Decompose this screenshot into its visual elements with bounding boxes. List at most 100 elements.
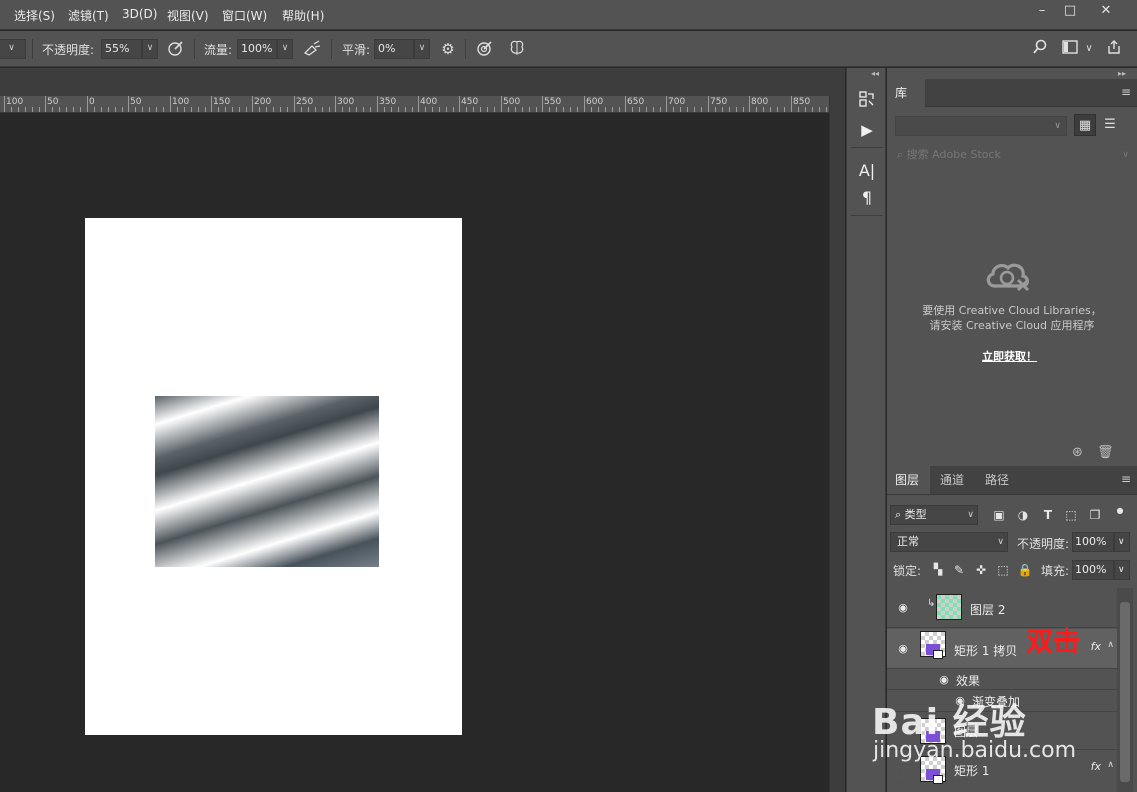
pressure-size-icon[interactable] <box>474 39 496 59</box>
ruler-minor-tick <box>135 107 136 112</box>
lock-artboard-icon[interactable]: ⬚ <box>994 561 1012 579</box>
airbrush-icon[interactable] <box>301 39 323 59</box>
gradient-rectangle[interactable] <box>155 396 379 567</box>
filter-pixel-icon[interactable]: ▣ <box>990 506 1008 524</box>
play-icon[interactable]: ▶ <box>853 119 881 141</box>
layer-name[interactable]: 图层 2 <box>970 601 1005 618</box>
ruler-minor-tick <box>184 107 185 112</box>
stock-search-input[interactable]: ⌕ 搜索 Adobe Stock ∨ <box>895 146 1133 164</box>
effects-row[interactable]: ◉ 效果 <box>887 670 1117 690</box>
lock-brush-icon[interactable]: ✎ <box>950 561 968 579</box>
tab-layers[interactable]: 图层 <box>887 466 930 494</box>
share-icon[interactable] <box>1103 39 1125 59</box>
menu-window[interactable]: 窗口(W) <box>222 7 267 24</box>
collapse-left-icon[interactable]: ◂◂ <box>871 69 879 78</box>
paragraph-icon[interactable]: ¶ <box>853 187 881 209</box>
menu-select[interactable]: 选择(S) <box>14 7 55 24</box>
symmetry-icon[interactable] <box>506 39 528 59</box>
fill-field[interactable]: 100% <box>1072 560 1114 580</box>
canvas-scrollbar[interactable] <box>829 96 845 792</box>
workspace-icon[interactable] <box>1059 39 1081 59</box>
library-dropdown[interactable]: ∨ <box>895 116 1067 136</box>
layer-opacity-dropdown[interactable]: ∨ <box>1114 532 1130 552</box>
tool-preset-dropdown[interactable]: ∨ <box>0 39 26 59</box>
ruler-minor-tick <box>349 107 350 112</box>
close-icon[interactable]: ✕ <box>1088 0 1124 22</box>
menu-view[interactable]: 视图(V) <box>167 7 209 24</box>
lock-all-icon[interactable]: 🔒 <box>1016 561 1034 579</box>
filter-kind-dropdown[interactable]: ⌕ 类型 ∨ <box>890 505 978 525</box>
get-now-link[interactable]: 立即获取！ <box>887 348 1132 364</box>
menu-3d[interactable]: 3D(D) <box>122 7 157 21</box>
list-view-icon[interactable]: ☰ <box>1099 114 1121 136</box>
menu-filter[interactable]: 滤镜(T) <box>68 7 109 24</box>
flow-field[interactable]: 100% <box>237 39 277 59</box>
grid-view-icon[interactable]: ▦ <box>1074 114 1096 136</box>
pressure-opacity-icon[interactable] <box>165 39 187 59</box>
tab-channels[interactable]: 通道 <box>932 466 972 494</box>
smoothing-dropdown[interactable]: ∨ <box>414 39 430 59</box>
search-dropdown-icon[interactable]: ∨ <box>1122 146 1129 164</box>
collapse-right-icon[interactable]: ▸▸ <box>1118 69 1126 78</box>
effects-toggle-icon[interactable]: ∧ <box>1107 640 1114 650</box>
libraries-menu-icon[interactable]: ≡ <box>1121 85 1131 99</box>
filter-toggle-icon[interactable]: ● <box>1115 502 1125 520</box>
restore-icon[interactable]: □ <box>1052 0 1088 22</box>
panel-icon-column: ◂◂ ▶ A| ¶ <box>846 68 886 792</box>
visibility-off-box[interactable] <box>896 766 908 778</box>
ruler-minor-tick <box>473 107 474 112</box>
workspace-dropdown-icon[interactable]: ∨ <box>1082 39 1096 59</box>
ruler-minor-tick <box>715 107 716 112</box>
ruler-minor-tick <box>743 107 744 112</box>
gear-icon[interactable]: ⚙ <box>437 39 459 59</box>
menu-help[interactable]: 帮助(H) <box>282 7 324 24</box>
ruler-minor-tick <box>115 107 116 112</box>
layer-opacity-field[interactable]: 100% <box>1072 532 1114 552</box>
filter-shape-icon[interactable]: ⬚ <box>1062 506 1080 524</box>
ruler-major-tick <box>501 96 502 112</box>
effects-toggle-icon[interactable]: ∧ <box>1107 760 1114 770</box>
trash-icon[interactable]: 🗑 <box>1097 445 1114 460</box>
libraries-message-1: 要使用 Creative Cloud Libraries， <box>922 304 1102 317</box>
effects-label: 效果 <box>956 674 981 688</box>
layer-row[interactable]: ◉ ↳ 图层 2 <box>887 588 1117 628</box>
ruler-minor-tick <box>391 107 392 112</box>
lock-transparency-icon[interactable]: ▚ <box>929 561 947 579</box>
cc-sync-icon[interactable]: ⊛ <box>1072 445 1083 460</box>
ruler-major-tick <box>749 96 750 112</box>
ruler-major-tick <box>87 96 88 112</box>
tab-libraries[interactable]: 库 <box>887 79 925 107</box>
ruler-minor-tick <box>25 107 26 112</box>
blend-mode-dropdown[interactable]: 正常 ∨ <box>890 532 1008 552</box>
visibility-eye-icon[interactable]: ◉ <box>896 643 910 654</box>
ruler-minor-tick <box>384 107 385 112</box>
search-icon[interactable] <box>1029 39 1051 59</box>
visibility-eye-icon[interactable]: ◉ <box>937 674 951 685</box>
character-icon[interactable]: A| <box>853 160 881 182</box>
ruler-minor-tick <box>826 107 827 112</box>
opacity-field[interactable]: 55% <box>101 39 142 59</box>
filter-smartobject-icon[interactable]: ❐ <box>1086 506 1104 524</box>
filter-type-icon[interactable]: T <box>1039 506 1057 524</box>
ruler-minor-tick <box>280 107 281 112</box>
filter-adjustment-icon[interactable]: ◑ <box>1014 506 1032 524</box>
ruler-major-tick <box>4 96 5 112</box>
fx-icon[interactable]: fx <box>1091 760 1101 773</box>
ruler-minor-tick <box>191 107 192 112</box>
layer-name[interactable]: 矩形 1 <box>954 762 989 779</box>
ruler-minor-tick <box>687 107 688 112</box>
layer-name[interactable]: 矩形 1 拷贝 <box>954 642 1017 659</box>
lock-move-icon[interactable]: ✜ <box>972 561 990 579</box>
smoothing-field[interactable]: 0% <box>374 39 414 59</box>
layers-scrollbar[interactable] <box>1117 588 1133 792</box>
layer-row-selected[interactable]: ◉ 矩形 1 拷贝 fx ∧ <box>887 629 1117 669</box>
history-icon[interactable] <box>853 90 881 112</box>
fx-icon[interactable]: fx <box>1091 640 1101 653</box>
ruler-minor-tick <box>619 107 620 112</box>
tab-paths[interactable]: 路径 <box>977 466 1017 494</box>
fill-dropdown[interactable]: ∨ <box>1114 560 1130 580</box>
flow-dropdown[interactable]: ∨ <box>277 39 293 59</box>
opacity-dropdown[interactable]: ∨ <box>142 39 158 59</box>
layers-menu-icon[interactable]: ≡ <box>1121 472 1131 486</box>
visibility-eye-icon[interactable]: ◉ <box>896 602 910 613</box>
